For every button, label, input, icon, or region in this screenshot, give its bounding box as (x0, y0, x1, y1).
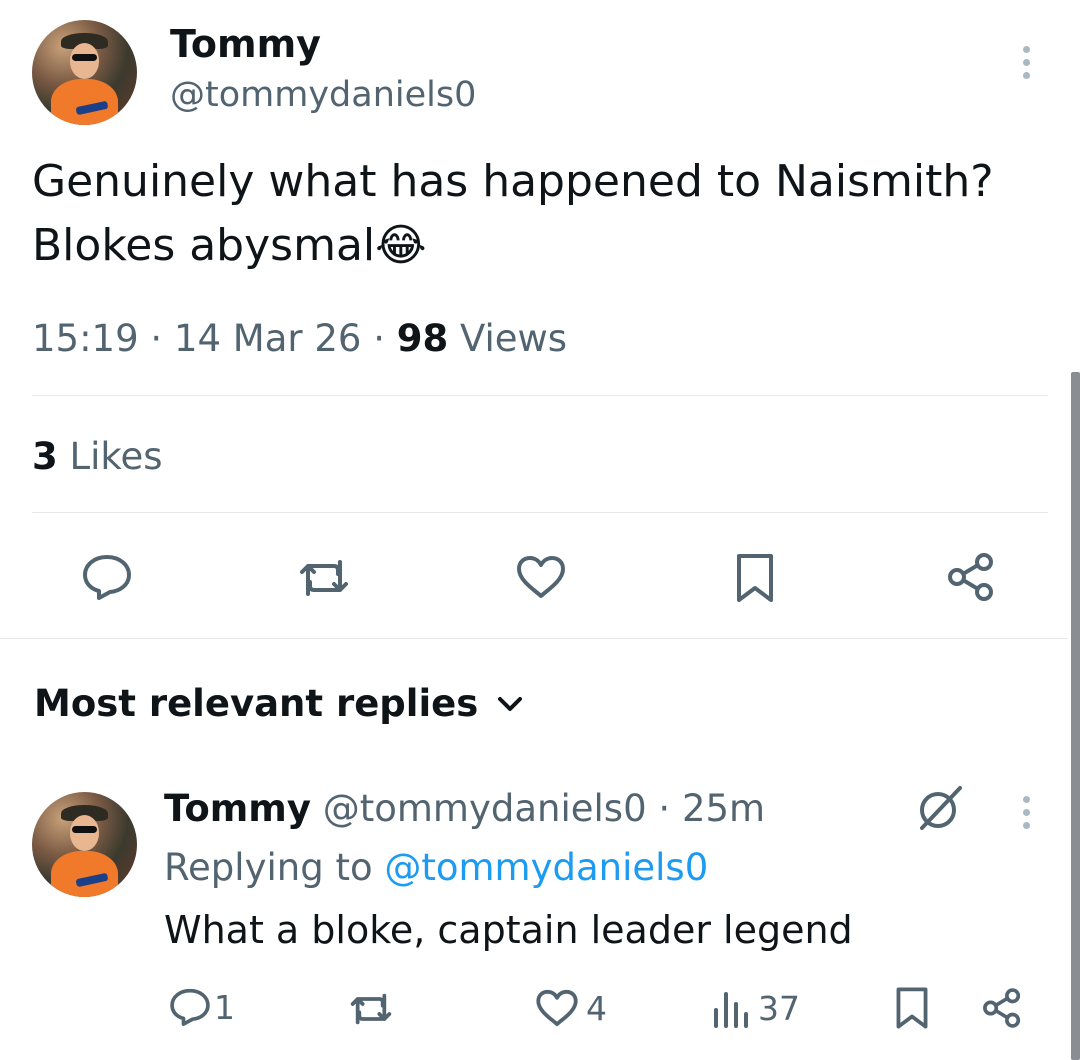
reply-like-count: 4 (586, 988, 607, 1028)
tweet-text-line2: Blokes abysmal😂 (32, 214, 1052, 278)
dot-icon (1022, 59, 1030, 66)
reply-author-name[interactable]: Tommy (164, 787, 311, 830)
dot-icon (1022, 796, 1030, 803)
author-name[interactable]: Tommy (170, 20, 321, 68)
reply-separator: · (658, 787, 671, 830)
divider (32, 512, 1048, 513)
avatar-face (69, 43, 100, 79)
reply-reply-button[interactable]: 1 (168, 986, 235, 1028)
avatar-shirt (50, 850, 119, 897)
tweet-date[interactable]: 14 Mar 26 (174, 317, 362, 360)
bookmark-icon[interactable] (734, 552, 776, 604)
reply-views-button[interactable]: 37 (712, 988, 800, 1028)
likes-summary[interactable]: 3 Likes (32, 432, 163, 482)
replying-to: Replying to @tommydaniels0 (164, 843, 708, 893)
like-icon (536, 989, 578, 1027)
tweet-text: Genuinely what has happened to Naismith?… (32, 150, 1052, 278)
laughing-emoji: 😂 (375, 220, 427, 271)
divider (0, 638, 1068, 639)
avatar-face (69, 815, 100, 851)
share-icon[interactable] (944, 550, 998, 604)
views-label: Views (460, 317, 568, 360)
reply-reply-count: 1 (214, 987, 235, 1027)
author-handle[interactable]: @tommydaniels0 (170, 72, 476, 118)
retweet-icon[interactable] (294, 556, 354, 600)
tweet-text-line2-text: Blokes abysmal (32, 220, 376, 271)
likes-count: 3 (32, 435, 58, 478)
reply-age[interactable]: 25m (682, 787, 765, 830)
reply-like-button[interactable]: 4 (534, 988, 607, 1028)
replies-sort-dropdown[interactable]: Most relevant replies (34, 680, 528, 728)
reply-bookmark-icon[interactable] (894, 986, 930, 1030)
meta-separator: · (373, 317, 385, 360)
reply-view-count: 37 (758, 988, 800, 1028)
author-avatar[interactable] (32, 20, 137, 125)
more-options-button[interactable] (1020, 46, 1032, 79)
analytics-icon (714, 992, 748, 1028)
dot-icon (1022, 809, 1030, 816)
avatar-glasses (71, 53, 98, 61)
divider (32, 395, 1048, 396)
dot-icon (1022, 72, 1030, 79)
replies-sort-label: Most relevant replies (34, 682, 479, 725)
chevron-down-icon (498, 697, 523, 711)
dot-icon (1022, 822, 1030, 829)
grok-icon[interactable] (914, 784, 966, 832)
reply-share-icon[interactable] (980, 986, 1024, 1030)
reply-author-handle[interactable]: @tommydaniels0 (323, 787, 647, 830)
avatar-shirt (50, 78, 119, 125)
reply-text: What a bloke, captain leader legend (164, 908, 853, 952)
meta-separator: · (150, 317, 163, 360)
tweet-meta: 15:19 · 14 Mar 26 · 98 Views (32, 314, 567, 364)
reply-icon[interactable] (80, 552, 134, 602)
reply-icon (170, 988, 210, 1026)
reply-header: Tommy @tommydaniels0 · 25m (164, 784, 765, 834)
dot-icon (1022, 46, 1030, 53)
like-icon[interactable] (514, 554, 568, 600)
likes-label: Likes (69, 435, 163, 478)
replying-to-label: Replying to (164, 846, 373, 889)
views-count: 98 (396, 317, 449, 360)
avatar-glasses (71, 825, 98, 833)
tweet-time[interactable]: 15:19 (32, 317, 139, 360)
reply-author-avatar[interactable] (32, 792, 137, 897)
reply-retweet-icon[interactable] (346, 990, 396, 1028)
replying-to-handle[interactable]: @tommydaniels0 (384, 846, 708, 889)
reply-more-options-button[interactable] (1020, 796, 1032, 829)
scrollbar[interactable] (1071, 372, 1080, 1060)
tweet-text-line1: Genuinely what has happened to Naismith? (32, 156, 994, 207)
